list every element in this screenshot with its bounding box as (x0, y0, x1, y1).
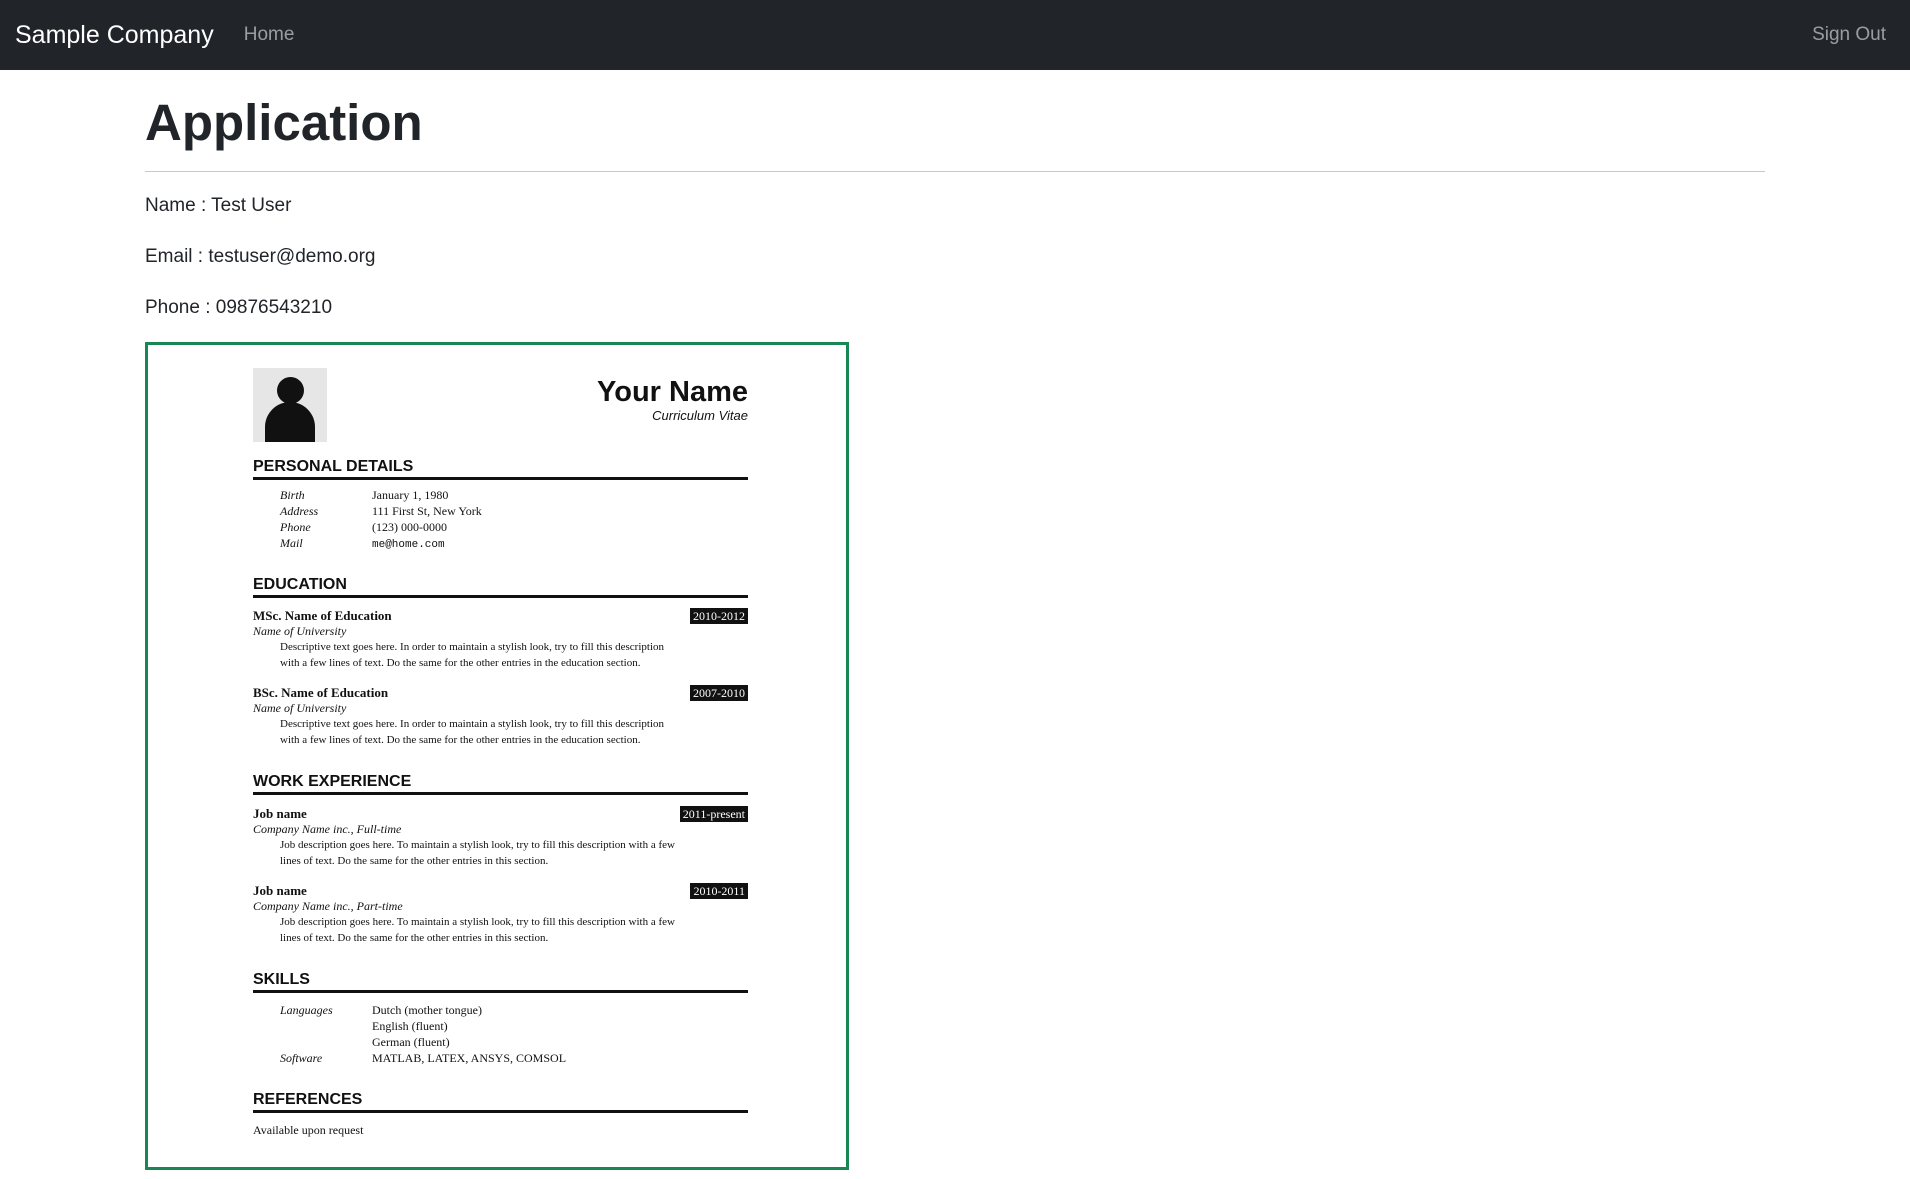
section-work-experience: WORK EXPERIENCE (253, 773, 748, 795)
section-skills: SKILLS (253, 971, 748, 993)
person-head-shape (277, 377, 304, 404)
work-title: Job name (253, 883, 307, 898)
references-text: Available upon request (253, 1123, 364, 1137)
work-org: Company Name inc., Full-time (253, 822, 402, 836)
personal-key: Birth (280, 488, 305, 502)
page-title: Application (145, 94, 423, 151)
education-desc-line: Descriptive text goes here. In order to … (280, 641, 665, 653)
brand-link[interactable]: Sample Company (15, 21, 214, 50)
work-title: Job name (253, 806, 307, 821)
personal-key: Mail (280, 536, 303, 550)
education-dates-badge: 2007-2010 (690, 685, 748, 701)
work-desc-line: Job description goes here. To maintain a… (280, 916, 675, 928)
person-body-shape (265, 402, 315, 442)
sign-out-link[interactable]: Sign Out (1812, 24, 1886, 46)
top-navbar: Sample Company Home Sign Out (0, 0, 1910, 70)
work-dates-badge: 2011-present (679, 806, 748, 822)
title-divider (145, 171, 1765, 173)
nav-home-link[interactable]: Home (244, 24, 295, 46)
applicant-email: Email : testuser@demo.org (145, 245, 376, 267)
personal-row: Phone (123) 000-0000 (280, 519, 447, 535)
skills-value: Dutch (mother tongue) (372, 1003, 482, 1017)
work-dates-badge: 2010-2011 (690, 883, 748, 899)
skills-value: English (fluent) (372, 1019, 448, 1033)
skills-value: MATLAB, LATEX, ANSYS, COMSOL (372, 1051, 567, 1065)
education-desc-line: with a few lines of text. Do the same fo… (280, 657, 641, 669)
resume-name: Your Name (597, 376, 748, 408)
profile-photo-placeholder (253, 368, 327, 442)
skills-value: German (fluent) (372, 1035, 450, 1049)
education-dates-badge: 2010-2012 (690, 608, 748, 624)
skills-key: Languages (280, 1003, 333, 1017)
skills-row: Software MATLAB, LATEX, ANSYS, COMSOL (280, 1050, 566, 1066)
personal-row: Birth January 1, 1980 (280, 487, 448, 503)
skills-row: German (fluent) (280, 1034, 450, 1050)
resume-subtitle: Curriculum Vitae (652, 408, 748, 423)
education-desc-line: with a few lines of text. Do the same fo… (280, 734, 641, 746)
education-desc-line: Descriptive text goes here. In order to … (280, 718, 665, 730)
personal-value: me@home.com (372, 539, 445, 551)
personal-value: (123) 000-0000 (372, 520, 447, 534)
resume-preview[interactable]: Your Name Curriculum Vitae PERSONAL DETA… (145, 342, 849, 1170)
education-title: BSc. Name of Education (253, 685, 389, 700)
education-org: Name of University (253, 701, 347, 715)
personal-row: Mail me@home.com (280, 535, 445, 553)
personal-key: Address (280, 504, 319, 518)
work-desc-line: lines of text. Do the same for the other… (280, 932, 549, 944)
applicant-phone: Phone : 09876543210 (145, 296, 333, 318)
section-references: REFERENCES (253, 1091, 748, 1113)
personal-row: Address 111 First St, New York (280, 503, 482, 519)
skills-key: Software (280, 1051, 323, 1065)
work-org: Company Name inc., Part-time (253, 899, 403, 913)
work-desc-line: lines of text. Do the same for the other… (280, 855, 549, 867)
section-education: EDUCATION (253, 576, 748, 598)
personal-value: January 1, 1980 (372, 488, 449, 502)
education-org: Name of University (253, 624, 347, 638)
personal-key: Phone (280, 520, 311, 534)
work-desc-line: Job description goes here. To maintain a… (280, 839, 675, 851)
education-title: MSc. Name of Education (253, 608, 392, 623)
applicant-name: Name : Test User (145, 195, 292, 217)
main-container: Application Name : Test User Email : tes… (145, 70, 1765, 1170)
skills-row: Languages Dutch (mother tongue) (280, 1002, 482, 1018)
section-personal-details: PERSONAL DETAILS (253, 458, 748, 480)
skills-row: English (fluent) (280, 1018, 448, 1034)
personal-value: 111 First St, New York (372, 504, 482, 518)
